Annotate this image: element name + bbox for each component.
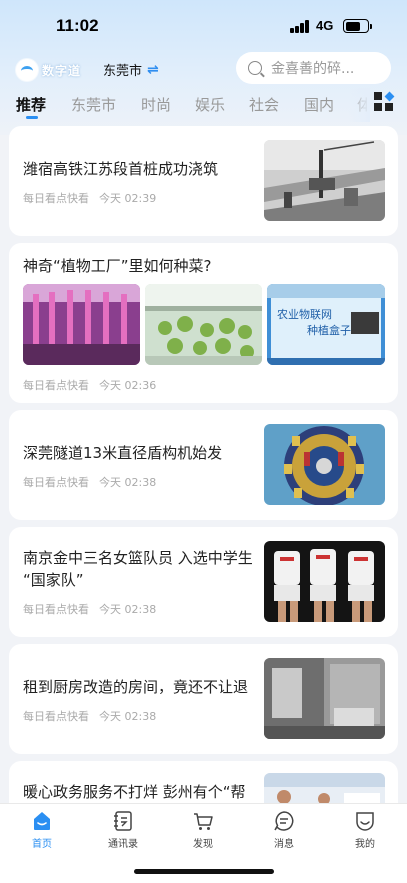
city-selector[interactable]: 东莞市 ⇌: [103, 60, 159, 80]
network-type: 4G: [316, 18, 334, 33]
news-card[interactable]: 租到厨房改造的房间，竟还不让退 每日看点快看 今天 02:38: [9, 644, 398, 754]
news-meta: 每日看点快看 今天 02:38: [23, 601, 156, 617]
news-title: 暖心政务服务不打烊 彭州有个“帮: [23, 783, 246, 801]
news-card[interactable]: 潍宿高铁江苏段首桩成功浇筑 每日看点快看 今天 02:39: [9, 126, 398, 236]
nav-contacts-label: 通讯录: [108, 839, 138, 850]
news-meta: 每日看点快看 今天 02:38: [23, 474, 156, 490]
status-time: 11:02: [56, 16, 99, 35]
contacts-icon: [112, 810, 134, 832]
profile-icon: [354, 810, 376, 832]
nav-messages-label: 消息: [274, 839, 294, 850]
battery-icon: [343, 19, 372, 33]
news-title: 深莞隧道13米直径盾构机始发: [23, 444, 223, 462]
logo-text: 数字道: [42, 63, 82, 78]
city-label: 东莞市: [103, 64, 143, 79]
news-source: 每日看点快看: [23, 476, 89, 489]
news-card[interactable]: 神奇“植物工厂”里如何种菜? 农业物联网 种植盒子 每日看点快看 今天 02:3…: [9, 243, 398, 403]
swap-icon: ⇌: [147, 61, 159, 78]
category-tabs: 推荐 东莞市 时尚 娱乐 社会 国内 体: [0, 88, 407, 122]
active-tab-indicator: [26, 116, 38, 119]
news-time: 今天 02:39: [99, 192, 157, 205]
news-image: [23, 284, 140, 365]
search-icon: [248, 61, 262, 75]
news-time: 今天 02:36: [99, 379, 157, 392]
news-source: 每日看点快看: [23, 710, 89, 723]
tab-recommend[interactable]: 推荐: [16, 94, 46, 115]
status-bar: 11:02 4G: [0, 0, 407, 48]
tab-fashion[interactable]: 时尚: [141, 94, 171, 115]
nav-messages[interactable]: 消息: [254, 810, 314, 850]
tab-dongguan[interactable]: 东莞市: [71, 94, 116, 115]
tab-entertainment[interactable]: 娱乐: [195, 94, 225, 115]
news-source: 每日看点快看: [23, 192, 89, 205]
nav-profile-label: 我的: [355, 839, 375, 850]
news-meta: 每日看点快看 今天 02:38: [23, 708, 156, 724]
nav-contacts[interactable]: 通讯录: [93, 810, 153, 850]
news-time: 今天 02:38: [99, 603, 157, 616]
news-thumbnail: [264, 658, 385, 739]
news-title: 潍宿高铁江苏段首桩成功浇筑: [23, 160, 219, 178]
news-card[interactable]: 深莞隧道13米直径盾构机始发 每日看点快看 今天 02:38: [9, 410, 398, 520]
image-caption-line2: 种植盒子: [307, 323, 351, 337]
nav-home[interactable]: 首页: [12, 810, 72, 850]
search-input[interactable]: 金喜善的碎...: [236, 52, 391, 84]
news-title: 租到厨房改造的房间，竟还不让退: [23, 678, 249, 696]
cart-icon: [192, 810, 214, 832]
search-placeholder: 金喜善的碎...: [271, 61, 355, 77]
news-image: [145, 284, 262, 365]
logo-icon: [16, 59, 38, 81]
news-source: 每日看点快看: [23, 379, 89, 392]
tab-domestic[interactable]: 国内: [304, 94, 334, 115]
app-logo: 数字道: [16, 59, 81, 81]
signal-icon: [290, 20, 310, 33]
news-thumbnail: [264, 424, 385, 505]
home-icon: [31, 810, 53, 832]
tab-society[interactable]: 社会: [249, 94, 279, 115]
nav-discover[interactable]: 发现: [173, 810, 233, 850]
nav-discover-label: 发现: [193, 839, 213, 850]
home-indicator: [134, 869, 274, 874]
channel-grid-icon[interactable]: [374, 91, 395, 112]
news-thumbnail: [264, 541, 385, 622]
news-image: 农业物联网 种植盒子: [267, 284, 385, 365]
news-source: 每日看点快看: [23, 603, 89, 616]
message-icon: [273, 810, 295, 832]
news-meta: 每日看点快看 今天 02:36: [23, 377, 156, 393]
news-time: 今天 02:38: [99, 476, 157, 489]
news-thumbnail: [264, 140, 385, 221]
news-time: 今天 02:38: [99, 710, 157, 723]
news-title-line1: 南京金中三名女篮队员 入选中学生: [23, 549, 253, 567]
news-meta: 每日看点快看 今天 02:39: [23, 190, 156, 206]
image-caption-line1: 农业物联网: [277, 307, 332, 321]
news-title: 神奇“植物工厂”里如何种菜?: [23, 257, 212, 275]
nav-home-label: 首页: [32, 839, 52, 850]
news-card[interactable]: 南京金中三名女篮队员 入选中学生 “国家队” 每日看点快看 今天 02:38: [9, 527, 398, 637]
news-title-line2: “国家队”: [23, 571, 84, 589]
nav-profile[interactable]: 我的: [335, 810, 395, 850]
